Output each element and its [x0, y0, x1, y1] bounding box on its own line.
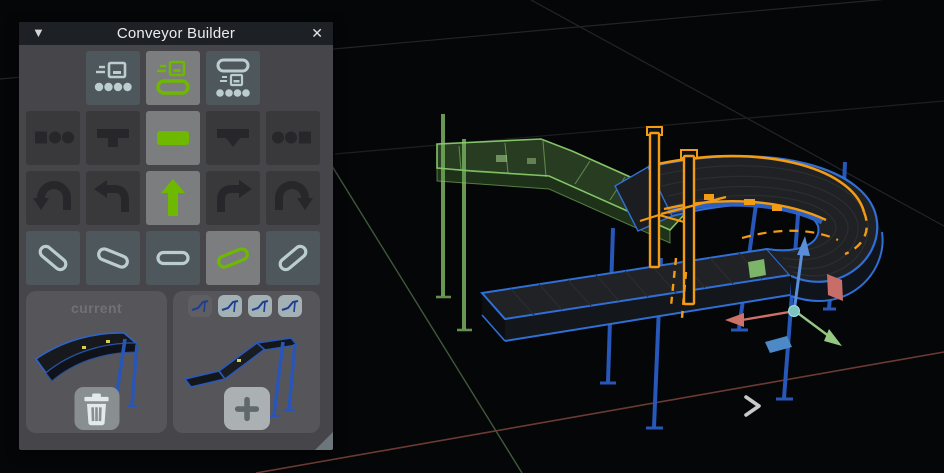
belt-shape-tee-block-button[interactable]	[86, 111, 140, 165]
trash-icon	[78, 390, 116, 428]
mini-conveyor-icon	[220, 297, 240, 315]
machine-belt-icon	[151, 56, 195, 100]
belt-shape-square-dot-dot-button[interactable]	[26, 111, 80, 165]
turn-left-icon	[91, 176, 135, 220]
conveyor-builder-panel: ▼ Conveyor Builder ✕ current	[19, 22, 333, 450]
turn-right-icon	[211, 176, 255, 220]
flat-belt-icon	[151, 116, 195, 160]
slope-flat-icon	[151, 236, 195, 280]
tee-block-icon	[91, 116, 135, 160]
collapse-triangle-icon[interactable]: ▼	[32, 24, 45, 42]
current-label: current	[26, 300, 167, 316]
saved-thumbnail-2[interactable]	[218, 295, 242, 317]
add-button[interactable]	[224, 387, 270, 430]
gizmo-y-arrow[interactable]	[795, 311, 830, 337]
belt-shape-tee-arrow-button[interactable]	[206, 111, 260, 165]
gizmo-y-arrowhead[interactable]	[824, 329, 842, 346]
conveyor-type-machine-belt-button[interactable]	[146, 51, 200, 105]
conveyor-type-belt-machine-dots-button[interactable]	[206, 51, 260, 105]
tool-grid	[19, 45, 333, 285]
slope-steep-up-icon	[271, 236, 315, 280]
uturn-left-icon	[31, 176, 75, 220]
gizmo-x-arrow[interactable]	[742, 311, 795, 320]
straight-icon	[151, 176, 195, 220]
mini-conveyor-icon	[280, 297, 300, 315]
square-dot-dot-icon	[31, 116, 75, 160]
tool-row-slope	[26, 231, 326, 285]
plus-icon	[228, 390, 266, 428]
uturn-right-icon	[271, 176, 315, 220]
saved-pieces-card	[173, 291, 320, 433]
gizmo-plane-green[interactable]	[748, 259, 766, 278]
panel-header[interactable]: ▼ Conveyor Builder ✕	[19, 22, 333, 45]
direction-uturn-left-button[interactable]	[26, 171, 80, 225]
direction-uturn-right-button[interactable]	[266, 171, 320, 225]
saved-thumbnails	[188, 295, 302, 317]
x-axis-line	[256, 352, 944, 473]
tool-row-conveyor-type	[26, 51, 326, 105]
panel-title: Conveyor Builder	[117, 25, 235, 42]
belt-machine-dots-icon	[211, 56, 255, 100]
saved-thumbnail-4[interactable]	[278, 295, 302, 317]
tee-arrow-icon	[211, 116, 255, 160]
direction-turn-right-button[interactable]	[206, 171, 260, 225]
direction-straight-button[interactable]	[146, 171, 200, 225]
belt-shape-dot-dot-square-button[interactable]	[266, 111, 320, 165]
tool-row-belt-shape	[26, 111, 326, 165]
gizmo-center[interactable]	[789, 306, 800, 317]
slope-slope-steep-down-button[interactable]	[26, 231, 80, 285]
slope-slope-flat-button[interactable]	[146, 231, 200, 285]
current-piece-card: current	[26, 291, 167, 433]
mini-conveyor-icon	[190, 297, 210, 315]
piece-cards: current	[19, 291, 333, 433]
conveyor-type-machine-dots-button[interactable]	[86, 51, 140, 105]
slope-steep-down-icon	[31, 236, 75, 280]
direction-turn-left-button[interactable]	[86, 171, 140, 225]
chevron-right-icon[interactable]	[746, 397, 759, 415]
dot-dot-square-icon	[271, 116, 315, 160]
tool-row-direction	[26, 171, 326, 225]
machine-dots-icon	[91, 56, 135, 100]
close-icon[interactable]: ✕	[311, 24, 323, 44]
slope-up-icon	[211, 236, 255, 280]
saved-thumbnail-1[interactable]	[188, 295, 212, 317]
saved-thumbnail-3[interactable]	[248, 295, 272, 317]
belt-shape-flat-belt-button[interactable]	[146, 111, 200, 165]
resize-handle[interactable]	[315, 432, 333, 450]
slope-down-icon	[91, 236, 135, 280]
mini-conveyor-icon	[250, 297, 270, 315]
gizmo-x-arrowhead[interactable]	[725, 313, 744, 327]
delete-button[interactable]	[74, 387, 119, 430]
slope-slope-steep-up-button[interactable]	[266, 231, 320, 285]
slope-slope-down-button[interactable]	[86, 231, 140, 285]
slope-slope-up-button[interactable]	[206, 231, 260, 285]
